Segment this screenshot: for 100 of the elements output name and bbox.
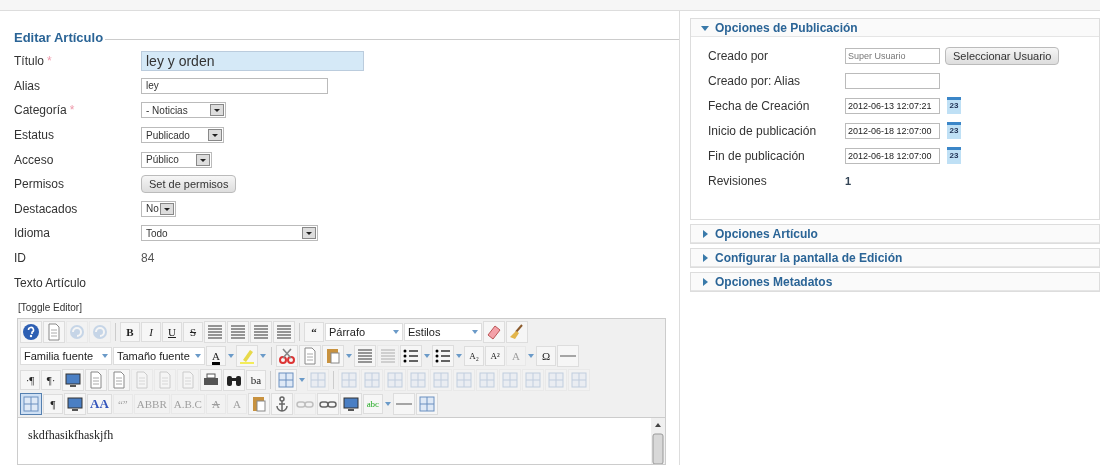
calendar-button[interactable]: 23 (947, 147, 961, 164)
panel-header[interactable]: Opciones Metadatos (691, 273, 1099, 291)
toggle-editor-link[interactable]: [Toggle Editor] (18, 301, 82, 313)
date-field[interactable]: 2012-06-18 12:07:00 (845, 147, 940, 164)
panel-header[interactable]: Opciones Artículo (691, 225, 1099, 243)
caret-right-icon (701, 253, 709, 262)
field-label: Título (14, 54, 44, 69)
text-field[interactable]: ley y orden (141, 51, 364, 72)
scrollbar[interactable] (651, 417, 665, 464)
dropdown[interactable]: - Noticias (141, 102, 226, 119)
panel-header[interactable]: Configurar la pantalla de Edición (691, 249, 1099, 267)
monitor-icon[interactable] (64, 392, 86, 415)
toolbar-dropdown[interactable]: Estilos (404, 322, 482, 341)
required-asterisk: * (69, 103, 75, 118)
field-label: Texto Artículo (14, 275, 87, 290)
field-label: Inicio de publicación (708, 123, 818, 138)
list-icon[interactable] (400, 344, 422, 367)
table-icon[interactable] (20, 392, 42, 415)
caret-right-icon (701, 277, 709, 286)
caret-down-icon (701, 23, 709, 32)
monitor-icon[interactable] (62, 368, 84, 391)
calendar-button[interactable]: 23 (947, 97, 961, 114)
field-label: Categoría (14, 103, 67, 118)
field-label: Estatus (14, 128, 55, 143)
toolbar-dropdown[interactable]: Tamaño fuente (113, 346, 205, 365)
dropdown[interactable]: Todo (141, 225, 318, 242)
dropdown-arrow-icon[interactable] (228, 353, 234, 358)
printer-icon[interactable] (200, 368, 222, 391)
eraser-icon[interactable] (483, 320, 505, 343)
toolbar-button[interactable]: A² (485, 345, 505, 366)
select-user-button[interactable]: Seleccionar Usuario (945, 46, 1060, 65)
calendar-button[interactable]: 23 (947, 122, 961, 139)
toolbar-button[interactable]: I (141, 321, 161, 342)
help-icon[interactable] (20, 320, 42, 343)
toolbar-button[interactable]: ba (246, 369, 266, 390)
anchor-icon[interactable] (270, 392, 293, 415)
lines-icon[interactable] (273, 320, 295, 343)
required-asterisk: * (47, 54, 52, 69)
toolbar-button[interactable]: Ω (536, 345, 556, 366)
lines-icon[interactable] (227, 320, 249, 343)
dropdown-arrow-icon[interactable] (260, 353, 266, 358)
dropdown-arrow-icon (195, 353, 201, 358)
dropdown[interactable]: Público (141, 151, 212, 168)
toolbar-button[interactable]: ¶· (41, 369, 61, 390)
dropdown-arrow-icon (472, 329, 478, 334)
cut-icon[interactable] (276, 344, 298, 367)
doc-icon[interactable] (299, 344, 321, 367)
toolbar-button[interactable]: ·¶ (20, 369, 40, 390)
text-field[interactable] (845, 72, 940, 89)
date-field[interactable]: 2012-06-18 12:07:00 (845, 122, 940, 139)
field-label: Destacados (14, 201, 78, 216)
panel-header[interactable]: Opciones de Publicación (691, 19, 1099, 37)
lines-icon[interactable] (204, 320, 226, 343)
dropdown-arrow-icon[interactable] (384, 401, 391, 406)
doc-icon[interactable] (108, 368, 130, 391)
field-label: Fecha de Creación (708, 98, 811, 113)
user-field[interactable]: Super Usuario (845, 47, 940, 64)
field-label: Permisos (14, 177, 64, 192)
toolbar-button[interactable]: A (206, 345, 226, 366)
toolbar-button[interactable]: AA (87, 393, 112, 414)
toolbar-button[interactable]: “ (304, 321, 324, 342)
text-field[interactable]: ley (141, 77, 328, 94)
lines-icon[interactable] (250, 320, 272, 343)
toolbar-button[interactable]: S (183, 321, 203, 342)
list-icon[interactable] (432, 344, 454, 367)
link-icon[interactable] (316, 392, 339, 415)
paste-icon[interactable] (322, 344, 344, 367)
form-legend: Editar Artículo (14, 29, 104, 45)
editor-text: skdfhasikfhaskjfh (28, 427, 114, 444)
field-label: Creado por (708, 48, 770, 63)
dropdown-arrow-icon (102, 353, 108, 358)
dropdown[interactable]: Publicado (141, 127, 224, 144)
caret-right-icon (701, 229, 709, 238)
dropdown-arrow-icon[interactable] (528, 353, 534, 358)
date-field[interactable]: 2012-06-13 12:07:21 (845, 97, 940, 114)
toolbar-button[interactable]: B (120, 321, 140, 342)
field-label: Creado por: Alias (708, 73, 802, 88)
field-label: Alias (14, 78, 40, 93)
field-value: 1 (845, 174, 852, 187)
dropdown-arrow-icon[interactable] (424, 353, 430, 358)
dropdown-arrow-icon (393, 329, 399, 334)
dropdown[interactable]: No (141, 200, 176, 217)
field-label: ID (14, 251, 26, 266)
marker-icon[interactable] (236, 344, 258, 367)
toolbar-button[interactable]: A₂ (464, 345, 484, 366)
toolbar-button[interactable]: U (162, 321, 182, 342)
permissions-button[interactable]: Set de permisos (141, 175, 237, 194)
dropdown-arrow-icon[interactable] (456, 353, 462, 358)
dropdown-arrow-icon[interactable] (299, 377, 305, 382)
toolbar-button[interactable]: ¶ (43, 393, 63, 414)
monitor-icon[interactable] (339, 392, 362, 415)
binoculars-icon[interactable] (223, 368, 245, 391)
field-value: 84 (141, 251, 155, 266)
broom-icon[interactable] (506, 320, 528, 343)
toolbar-dropdown[interactable]: Familia fuente (20, 346, 112, 365)
field-label: Idioma (14, 226, 51, 241)
lines-icon[interactable] (354, 344, 376, 367)
toolbar-dropdown[interactable]: Párrafo (325, 322, 403, 341)
dropdown-arrow-icon[interactable] (346, 353, 352, 358)
field-label: Acceso (14, 152, 54, 167)
